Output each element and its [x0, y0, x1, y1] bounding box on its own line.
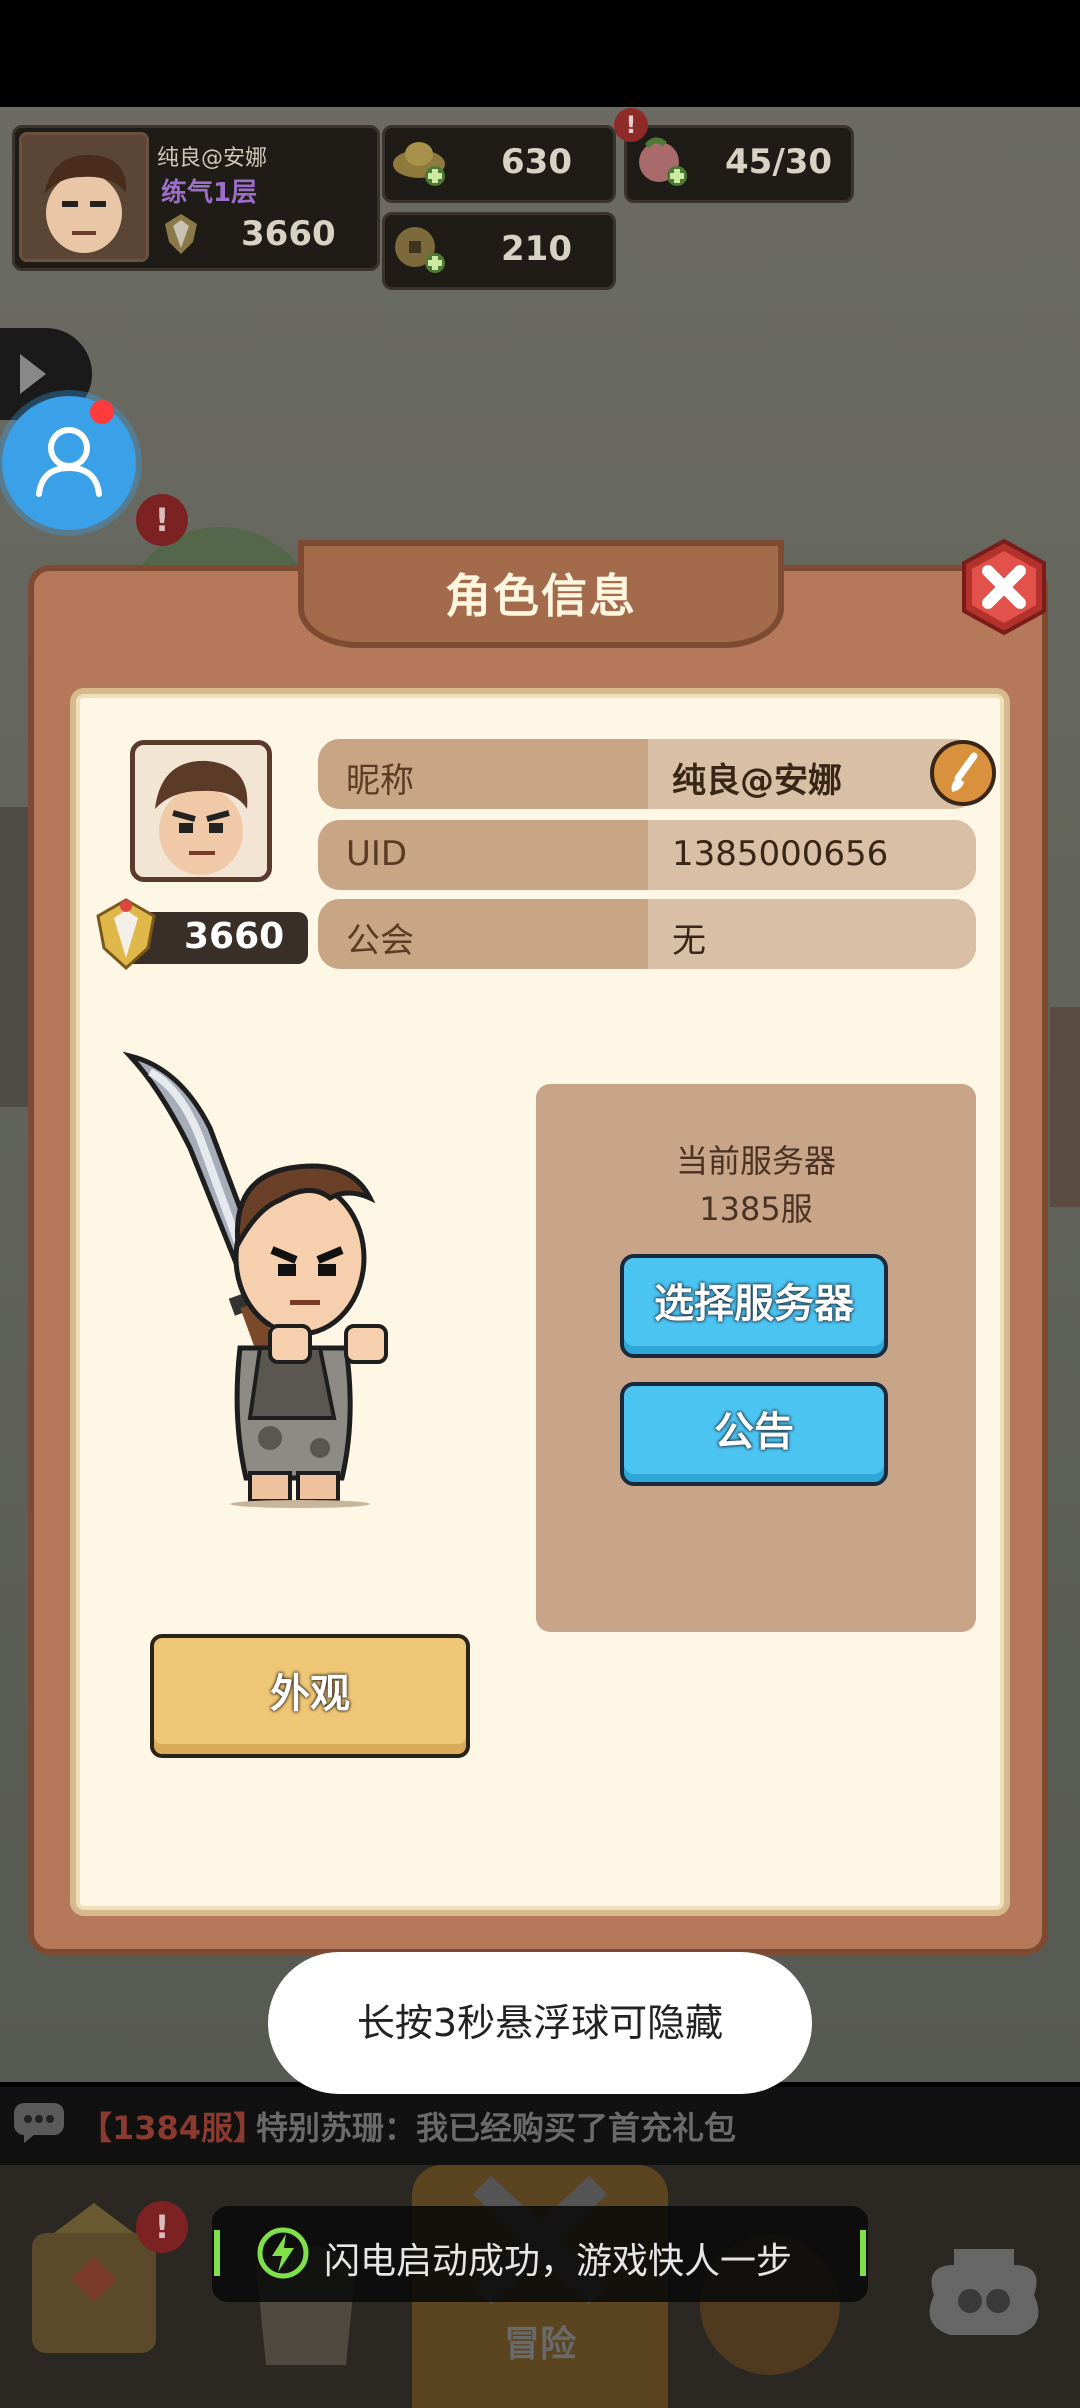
copper-coin-icon	[389, 221, 449, 277]
copper-coin-value: 210	[501, 229, 572, 269]
dialog-title: 角色信息	[445, 569, 637, 623]
lightning-launch-toast: 闪电启动成功，游戏快人一步	[212, 2206, 868, 2302]
uid-value: 1385000656	[672, 834, 889, 874]
player-card[interactable]: 纯良@安娜 练气1层 3660	[12, 125, 380, 271]
appearance-button[interactable]: 外观	[150, 1634, 470, 1758]
guild-row: 公会 无	[318, 899, 976, 969]
building-decoration-right	[1050, 1007, 1080, 1207]
map-alert-icon: !	[136, 494, 188, 546]
player-power: 3660	[241, 214, 336, 254]
status-bar	[0, 0, 1080, 107]
left-accent-bar	[214, 2230, 220, 2276]
nickname-value: 纯良@安娜	[672, 761, 842, 801]
guild-label: 公会	[346, 921, 414, 961]
select-server-button[interactable]: 选择服务器	[620, 1254, 888, 1358]
peach-icon	[631, 134, 691, 190]
floating-assistant-ball[interactable]	[2, 396, 136, 530]
power-icon	[159, 212, 203, 256]
guild-value: 无	[672, 921, 706, 961]
brush-icon	[930, 740, 996, 806]
power-helmet-icon	[90, 896, 162, 972]
current-server-name: 1385服	[699, 1190, 813, 1228]
dialog-power-value: 3660	[184, 916, 285, 957]
right-accent-bar	[860, 2230, 866, 2276]
player-realm: 练气1层	[161, 178, 258, 208]
server-caption: 当前服务器	[675, 1142, 836, 1180]
player-avatar[interactable]	[19, 132, 149, 262]
lightning-message: 闪电启动成功，游戏快人一步	[324, 2241, 793, 2282]
close-icon	[962, 538, 1046, 636]
character-portrait	[130, 740, 272, 882]
player-name: 纯良@安娜	[157, 146, 268, 171]
nav-cloud-badge[interactable]	[914, 2235, 1054, 2365]
lightning-icon	[256, 2226, 310, 2280]
nickname-label: 昵称	[346, 761, 414, 801]
floating-ball-notification-dot	[90, 400, 114, 424]
floating-ball-hint-toast: 长按3秒悬浮球可隐藏	[268, 1952, 812, 2094]
uid-row: UID 1385000656	[318, 820, 976, 890]
stamina-alert-icon: !	[614, 108, 648, 142]
nickname-row: 昵称 纯良@安娜	[318, 739, 976, 809]
stamina-counter[interactable]: 45/30	[624, 125, 854, 203]
character-sprite	[120, 1048, 460, 1508]
stamina-value: 45/30	[725, 142, 833, 182]
user-icon	[36, 427, 102, 497]
edit-nickname-button[interactable]	[928, 738, 998, 808]
chat-server-tag: 【1384服】	[80, 2109, 266, 2147]
treasure-alert-icon: !	[136, 2201, 188, 2253]
nav-adventure-label: 冒险	[503, 2324, 576, 2365]
gold-ingot-counter[interactable]: 630	[382, 125, 616, 203]
chat-bubble-icon	[12, 2101, 66, 2145]
uid-label: UID	[346, 834, 408, 874]
notice-button[interactable]: 公告	[620, 1382, 888, 1486]
gold-ingot-value: 630	[501, 142, 572, 182]
gold-ingot-icon	[389, 134, 449, 190]
copper-coin-counter[interactable]: 210	[382, 212, 616, 290]
close-button[interactable]	[954, 537, 1054, 637]
world-chat-bar[interactable]: 【1384服】 特别苏珊：我已经购买了首充礼包	[0, 2087, 1080, 2165]
chat-message: 特别苏珊：我已经购买了首充礼包	[256, 2109, 737, 2147]
